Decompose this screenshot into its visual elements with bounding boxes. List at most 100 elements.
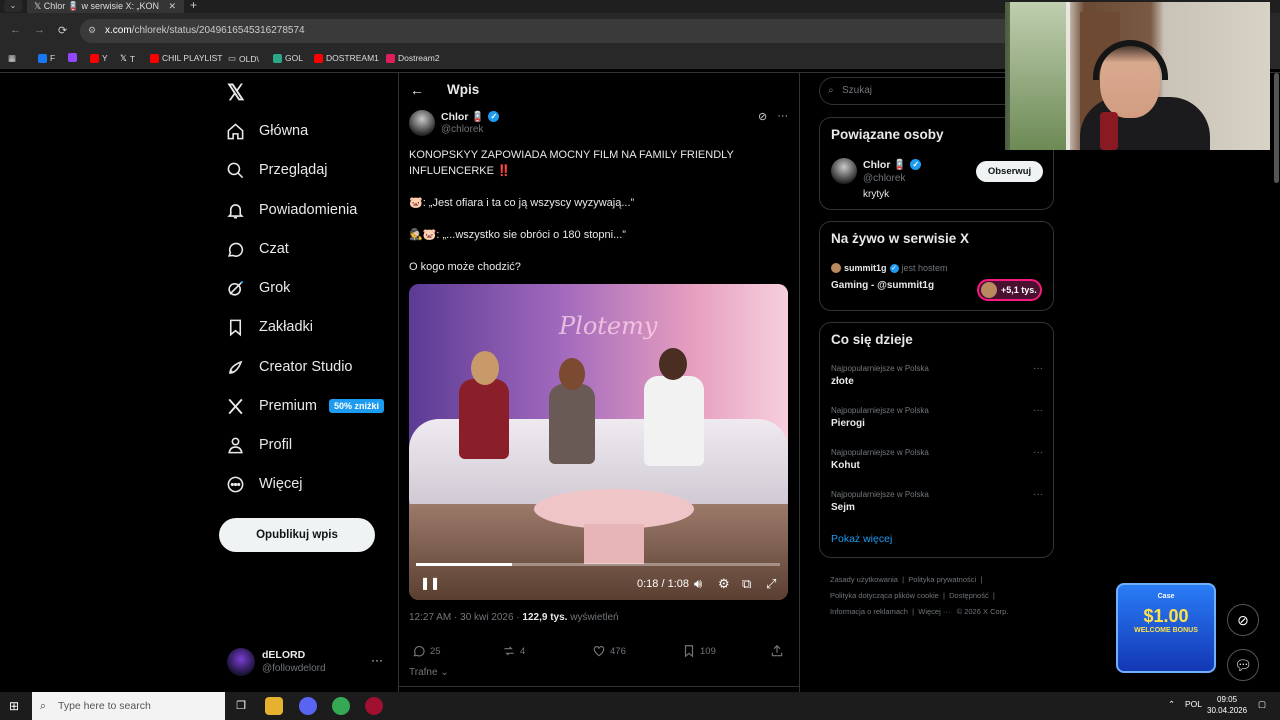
apps-grid-icon[interactable]: ▦ (8, 53, 16, 64)
post-text-line: KONOPSKYY ZAPOWIADA MOCNY FILM NA FAMILY… (409, 149, 734, 177)
publish-post-button[interactable]: Opublikuj wpis (219, 518, 375, 552)
author-name[interactable]: Chlor 🪫 ✓ (441, 110, 500, 123)
nav-premium[interactable]: Premium 50% zniżki (226, 391, 385, 421)
bookmark-dostream1[interactable]: DOSTREAM1 (314, 53, 379, 63)
show-more-link[interactable]: Pokaż więcej (831, 533, 892, 545)
account-switcher[interactable]: dELORD @followdelord ··· (227, 646, 387, 678)
more-dots-icon[interactable]: ··· (1033, 363, 1043, 374)
forward-nav-icon[interactable]: → (34, 24, 45, 36)
trend-item[interactable]: Najpopularniejsze w Polska Kohut ··· (831, 447, 1043, 471)
discord-icon[interactable] (299, 697, 317, 715)
reload-icon[interactable]: ⟳ (58, 24, 67, 37)
more-options-icon[interactable]: ··· (777, 110, 788, 123)
volume-icon[interactable]: 🔊︎ (694, 576, 702, 592)
pause-icon[interactable]: ❚❚ (420, 576, 440, 590)
bookmark-old[interactable]: ▭ OLD\ (228, 53, 259, 64)
fullscreen-icon[interactable]: ⤢ (766, 576, 776, 592)
live-on-x-card[interactable]: Na żywo w serwisie X summit1g ✓ jest hos… (819, 221, 1054, 311)
settings-gear-icon[interactable]: ⚙ (718, 576, 730, 592)
nav-explore[interactable]: Przeglądaj (226, 155, 328, 185)
nav-bookmarks[interactable]: Zakładki (226, 312, 313, 342)
bookmark-t[interactable]: 𝕏T (120, 53, 135, 64)
like-button[interactable]: 476 (592, 644, 626, 658)
bookmark-y[interactable]: Y (90, 53, 108, 63)
bookmark-gol[interactable]: GOL (273, 53, 303, 63)
nav-more[interactable]: Więcej (226, 469, 303, 499)
webcam-overlay (1005, 2, 1270, 150)
file-explorer-icon[interactable] (265, 697, 283, 715)
promo-overlay[interactable]: Case $1.00 WELCOME BONUS (1116, 583, 1216, 673)
bookmark-button[interactable]: 109 (682, 644, 716, 658)
grok-fab-icon[interactable]: ⊘ (1227, 604, 1259, 636)
search-input[interactable]: ⌕ Szukaj (819, 77, 1019, 105)
nav-grok[interactable]: Grok (226, 273, 290, 303)
video-neon-sign: Plotemy (559, 312, 658, 340)
more-dots-icon[interactable]: ··· (1033, 489, 1043, 500)
trend-item[interactable]: Najpopularniejsze w Polska Pierogi ··· (831, 405, 1043, 429)
site-info-icon[interactable]: ⚙ (88, 25, 96, 36)
related-name[interactable]: Chlor 🪫 ✓ (863, 158, 922, 171)
footer-link[interactable]: Więcej ··· (918, 607, 950, 616)
card-title: Na żywo w serwisie X (831, 231, 970, 246)
bookmark-dostream2[interactable]: Dostream2 (386, 53, 440, 63)
bookmark-f[interactable]: F (38, 53, 55, 63)
picture-in-picture-icon[interactable]: ⧉ (742, 576, 751, 592)
tab-search-icon[interactable]: ⌄ (4, 0, 22, 12)
url-field[interactable]: ⚙ x.com/chlorek/status/20496165453162785… (80, 19, 1020, 43)
follow-button[interactable]: Obserwuj (976, 161, 1043, 182)
input-language[interactable]: POL (1185, 699, 1202, 709)
grok-explain-icon[interactable]: ⊘ (758, 110, 767, 123)
notifications-icon[interactable]: ▢ (1258, 699, 1266, 710)
x-logo-icon[interactable]: 𝕏 (227, 80, 245, 106)
twitch-icon (68, 53, 77, 62)
author-avatar[interactable] (409, 110, 435, 136)
video-person (459, 379, 509, 459)
related-avatar[interactable] (831, 158, 857, 184)
footer-link[interactable]: Dostępność (949, 591, 989, 600)
bookmark-icon (684, 645, 694, 658)
nav-creator-studio[interactable]: Creator Studio (226, 352, 353, 382)
trend-item[interactable]: Najpopularniejsze w Polska złote ··· (831, 363, 1043, 387)
back-nav-icon[interactable]: ← (10, 24, 21, 36)
tab-close-icon[interactable]: ✕ (168, 0, 176, 12)
chrome-icon[interactable] (332, 697, 350, 715)
reply-sort-dropdown[interactable]: Trafne ⌄ (409, 667, 449, 678)
bookmark-twitch[interactable] (68, 53, 77, 62)
heart-icon (593, 646, 605, 657)
bookmark-chil-playlist[interactable]: CHIL PLAYLIST (150, 53, 222, 63)
promo-label: WELCOME BONUS (1134, 627, 1198, 634)
trend-item[interactable]: Najpopularniejsze w Polska Sejm ··· (831, 489, 1043, 513)
footer-link[interactable]: Polityka dotycząca plików cookie (830, 591, 939, 600)
windows-start-icon[interactable]: ⊞ (9, 699, 23, 713)
more-dots-icon[interactable]: ··· (1033, 405, 1043, 416)
nav-profile[interactable]: Profil (226, 430, 292, 460)
footer-link[interactable]: Polityka prywatności (908, 575, 976, 584)
tray-chevron-icon[interactable]: ⌃ (1168, 699, 1175, 710)
footer-link[interactable]: Informacja o reklamach (830, 607, 908, 616)
video-progress-bar[interactable] (416, 563, 780, 566)
taskbar-search-input[interactable]: ⌕ Type here to search (32, 692, 225, 720)
task-view-icon[interactable]: ❐ (232, 697, 250, 715)
share-button[interactable] (770, 644, 784, 658)
more-dots-icon[interactable]: ··· (371, 653, 383, 667)
nav-chat[interactable]: Czat (226, 234, 289, 264)
video-player[interactable]: Plotemy ❚❚ 0:18 / 1:08 🔊︎ ⚙ ⧉ ⤢ (409, 284, 788, 600)
promo-brand: Case (1157, 593, 1175, 600)
reply-button[interactable]: 25 (412, 644, 441, 658)
messages-fab-icon[interactable]: 💬︎ (1227, 649, 1259, 681)
nav-label: Więcej (259, 476, 303, 492)
new-tab-icon[interactable]: + (190, 0, 197, 12)
page-scrollbar[interactable] (1274, 73, 1279, 183)
repost-button[interactable]: 4 (502, 644, 525, 658)
app-icon[interactable] (365, 697, 383, 715)
back-arrow-icon[interactable]: ← (410, 82, 424, 98)
more-dots-icon[interactable]: ··· (1033, 447, 1043, 458)
divider (799, 73, 800, 693)
author-handle[interactable]: @chlorek (441, 124, 483, 135)
clock[interactable]: 09:05 30.04.2026 (1207, 694, 1247, 716)
live-listeners-pill[interactable]: +5,1 tys. (977, 279, 1042, 301)
nav-home[interactable]: Główna (226, 116, 308, 146)
footer-link[interactable]: Zasady użytkowania (830, 575, 898, 584)
browser-tab[interactable]: 𝕏 Chlor 🪫 w serwisie X: „KON ✕ (27, 0, 184, 13)
nav-notifications[interactable]: Powiadomienia (226, 195, 357, 225)
